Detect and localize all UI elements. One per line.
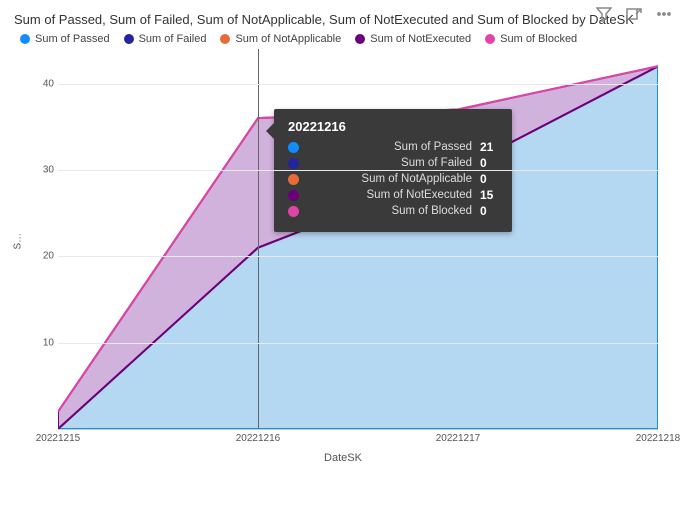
x-tick-label: 20221215 bbox=[36, 433, 81, 444]
tooltip-title: 20221216 bbox=[288, 119, 498, 134]
more-options-icon[interactable] bbox=[656, 6, 672, 22]
legend: Sum of Passed Sum of Failed Sum of NotAppl… bbox=[20, 33, 672, 45]
legend-item[interactable]: Sum of NotApplicable bbox=[220, 33, 341, 45]
legend-label: Sum of Failed bbox=[139, 33, 207, 45]
focus-mode-icon[interactable] bbox=[626, 6, 642, 22]
x-axis: 20221215202212162022121720221218 bbox=[58, 430, 658, 450]
legend-item[interactable]: Sum of NotExecuted bbox=[355, 33, 471, 45]
y-axis-label: Sum of Passed, Sum of Failed, Sum of Not… bbox=[10, 49, 26, 434]
gridline bbox=[58, 343, 658, 344]
tooltip-value: 21 bbox=[480, 140, 498, 154]
y-tick-label: 20 bbox=[30, 251, 54, 262]
tooltip-series-label: Sum of Blocked bbox=[307, 205, 472, 217]
x-tick-label: 20221218 bbox=[636, 433, 681, 444]
legend-swatch bbox=[20, 34, 30, 44]
legend-swatch bbox=[220, 34, 230, 44]
tooltip-swatch bbox=[288, 142, 299, 153]
filter-icon[interactable] bbox=[596, 6, 612, 22]
gridline bbox=[58, 256, 658, 257]
tooltip-swatch bbox=[288, 190, 299, 201]
gridline bbox=[58, 84, 658, 85]
legend-swatch bbox=[485, 34, 495, 44]
tooltip-series-label: Sum of NotExecuted bbox=[307, 189, 472, 201]
legend-swatch bbox=[124, 34, 134, 44]
tooltip-value: 15 bbox=[480, 188, 498, 202]
tooltip-value: 0 bbox=[480, 156, 498, 170]
y-tick-label: 40 bbox=[30, 78, 54, 89]
legend-swatch bbox=[355, 34, 365, 44]
y-tick-label: 10 bbox=[30, 337, 54, 348]
legend-label: Sum of Passed bbox=[35, 33, 110, 45]
tooltip-value: 0 bbox=[480, 172, 498, 186]
tooltip-row: Sum of Blocked 0 bbox=[288, 204, 498, 218]
tooltip-row: Sum of NotExecuted 15 bbox=[288, 188, 498, 202]
tooltip-row: Sum of Passed 21 bbox=[288, 140, 498, 154]
tooltip-series-label: Sum of Failed bbox=[307, 157, 472, 169]
tooltip-swatch bbox=[288, 158, 299, 169]
legend-item[interactable]: Sum of Passed bbox=[20, 33, 110, 45]
tooltip-series-label: Sum of Passed bbox=[307, 141, 472, 153]
gridline bbox=[58, 170, 658, 171]
tooltip-series-label: Sum of NotApplicable bbox=[307, 173, 472, 185]
chart-widget: Sum of Passed, Sum of Failed, Sum of Not… bbox=[0, 0, 686, 514]
tooltip-row: Sum of Failed 0 bbox=[288, 156, 498, 170]
legend-label: Sum of Blocked bbox=[500, 33, 577, 45]
legend-label: Sum of NotExecuted bbox=[370, 33, 471, 45]
plot-area[interactable]: 20221216 Sum of Passed21Sum of Failed0Su… bbox=[58, 49, 658, 430]
tooltip-swatch bbox=[288, 206, 299, 217]
y-tick-label: 30 bbox=[30, 164, 54, 175]
legend-label: Sum of NotApplicable bbox=[235, 33, 341, 45]
hover-guideline bbox=[258, 49, 259, 429]
area-layers bbox=[58, 49, 658, 429]
x-tick-label: 20221216 bbox=[236, 433, 281, 444]
tooltip-value: 0 bbox=[480, 204, 498, 218]
widget-toolbar bbox=[596, 6, 672, 22]
chart-title: Sum of Passed, Sum of Failed, Sum of Not… bbox=[14, 12, 672, 27]
legend-item[interactable]: Sum of Blocked bbox=[485, 33, 577, 45]
x-axis-label: DateSK bbox=[14, 452, 672, 464]
tooltip-swatch bbox=[288, 174, 299, 185]
legend-item[interactable]: Sum of Failed bbox=[124, 33, 207, 45]
x-tick-label: 20221217 bbox=[436, 433, 481, 444]
tooltip-row: Sum of NotApplicable 0 bbox=[288, 172, 498, 186]
